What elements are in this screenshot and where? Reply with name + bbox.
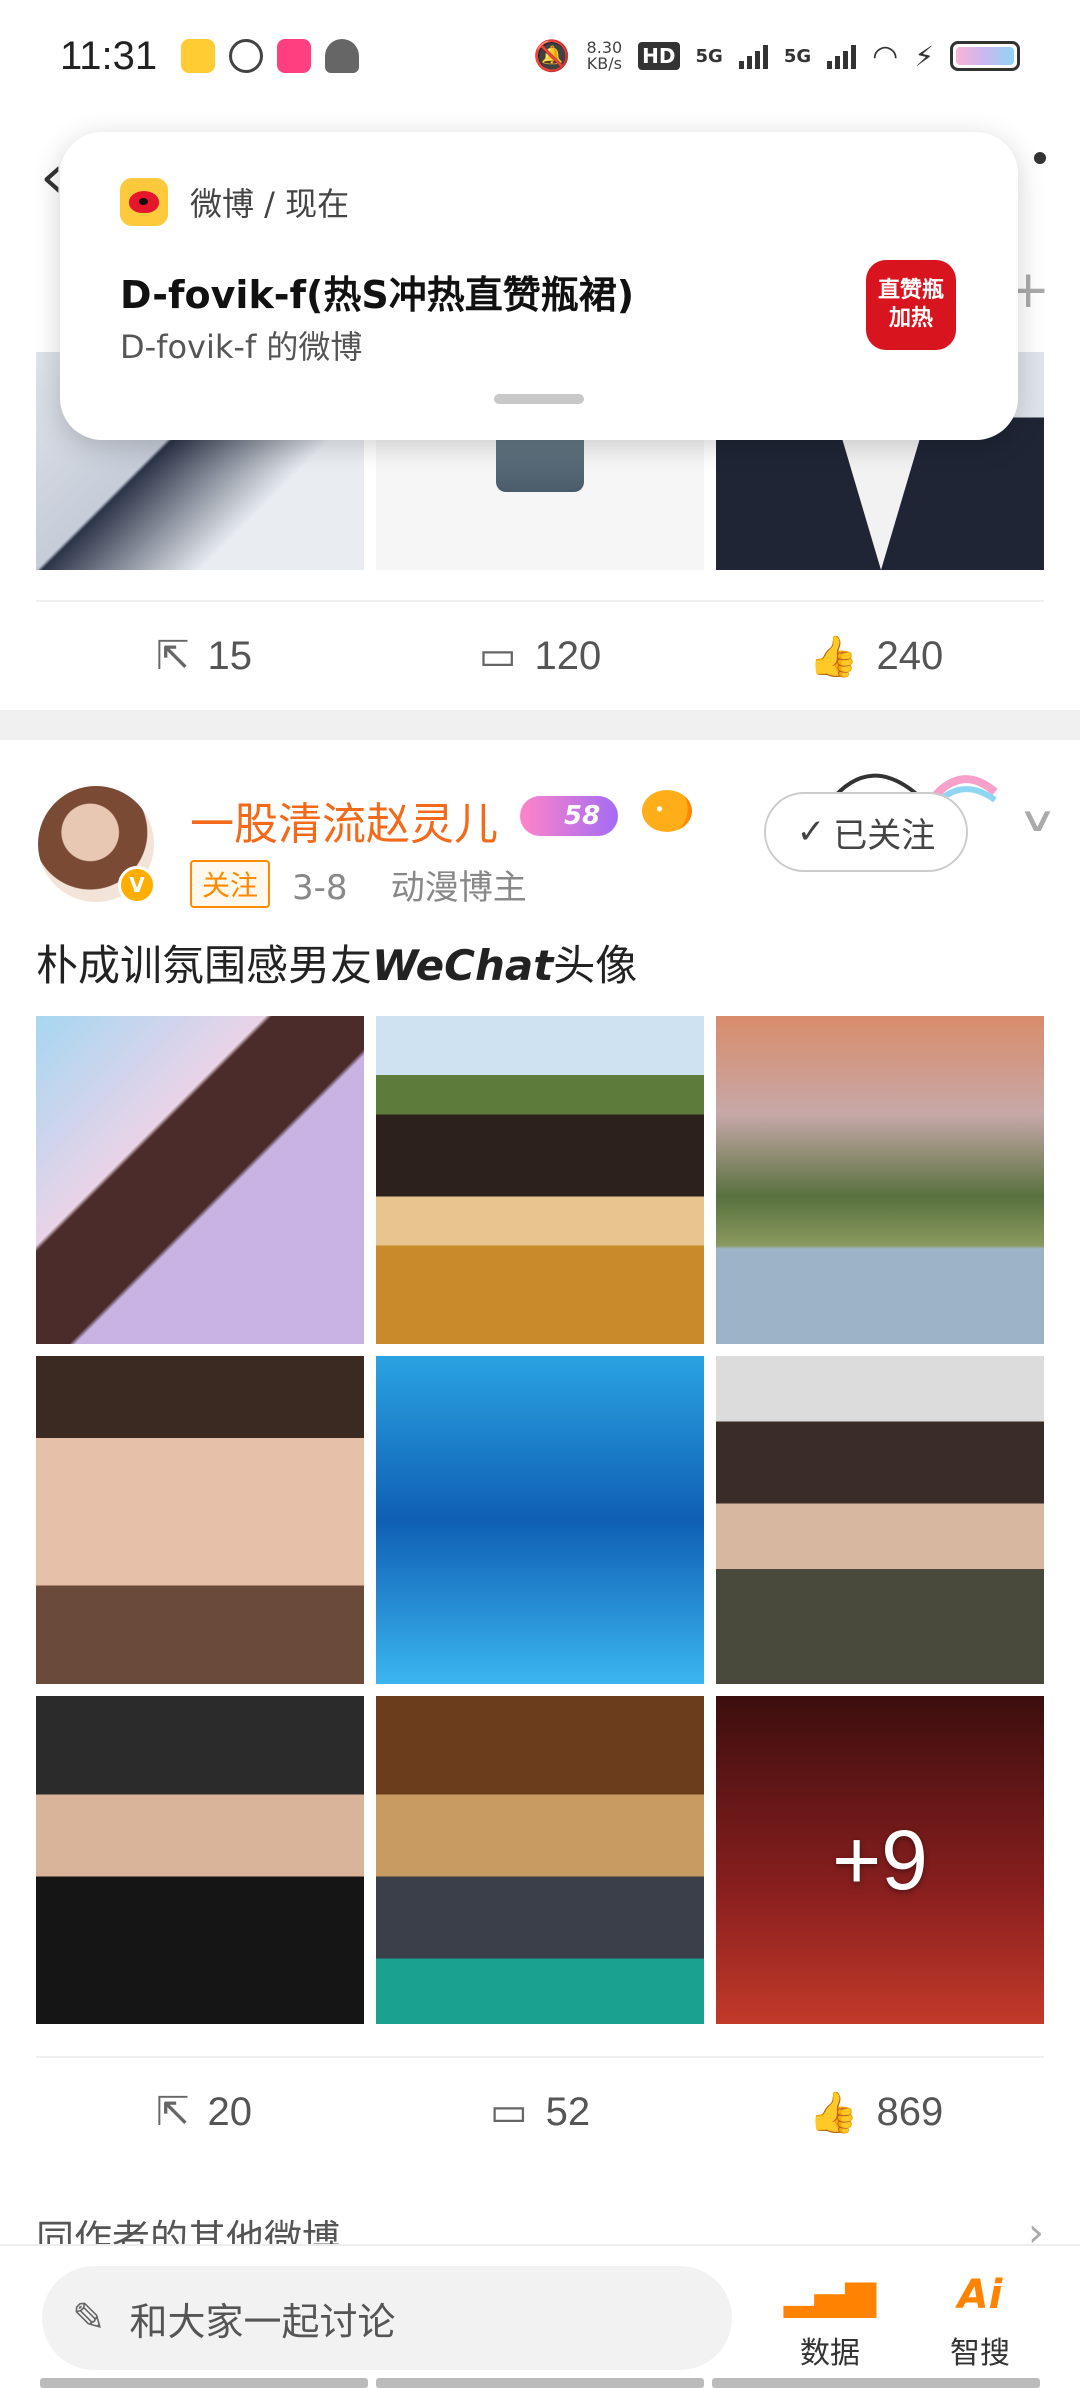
signal-bars-icon [738,43,768,69]
post-image-9[interactable]: +9 [716,1696,1044,2024]
signal-label-1: 5G [695,45,723,67]
post-date: 3-8 [292,868,348,908]
post-image-2[interactable] [376,1016,704,1344]
battery-icon [950,41,1020,71]
comment-icon: ▭ [478,634,517,678]
comment-count: 120 [534,633,602,678]
comment-input[interactable]: ✎ 和大家一起讨论 [42,2266,732,2370]
post-image-1[interactable] [36,1016,364,1344]
status-right: 🔕 8.30 KB/s HD 5G 5G ◠ ⚡ [533,39,1020,74]
comment-icon: ▭ [489,2090,528,2134]
thumbs-up-icon: 👍 [808,634,859,679]
bar-chart-icon: ▂▄▆ [783,2272,877,2318]
post-image-7[interactable] [36,1696,364,2024]
verified-badge-icon: V [118,866,156,904]
k-app-status-icon [229,39,264,73]
pen-icon: ✎ [72,2295,106,2341]
post-image-5[interactable] [376,1356,704,1684]
comment-button[interactable]: ▭ 120 [372,633,708,679]
signal-bars-icon-2 [827,43,857,69]
data-button[interactable]: ▂▄▆ 数据 [780,2272,880,2372]
comment-count: 52 [545,2089,591,2134]
post-text-suffix: 头像 [553,941,638,990]
level-badge: 58 [520,796,619,836]
post-text-bold: WeChat [372,941,554,990]
net-speed: 8.30 KB/s [587,40,623,72]
badge-line2: 加热 [888,306,933,331]
pink-app-status-icon [277,39,312,73]
notification-drag-handle[interactable] [494,394,584,404]
hd-icon: HD [638,42,680,70]
ai-search-button[interactable]: Ai 智搜 [930,2272,1030,2372]
repost-button[interactable]: ⇱ 20 [36,2089,372,2135]
more-options-icon[interactable] [1034,152,1046,164]
badge-line1: 直赞瓶 [877,278,944,303]
status-bar: 11:31 🔕 8.30 KB/s HD 5G 5G ◠ ⚡ [0,0,1080,112]
comment-placeholder: 和大家一起讨论 [129,2299,396,2344]
notification-banner[interactable]: 微博 / 现在 D-fovik-f(热S冲热直赞瓶裙) D-fovik-f 的微… [60,132,1018,440]
followed-label: 已关注 [833,815,936,856]
status-time: 11:31 [60,33,158,78]
post-meta: 3-8 动漫博主 [292,860,527,909]
notification-title: D-fovik-f(热S冲热直赞瓶裙) [120,273,635,317]
post-image-8[interactable] [376,1696,704,2024]
like-count: 869 [876,2089,944,2134]
thumbs-up-icon: 👍 [808,2090,859,2135]
like-button[interactable]: 👍 240 [708,633,1044,680]
post-image-4[interactable] [36,1356,364,1684]
post-text-prefix: 朴成训氛围感男友 [36,941,373,990]
prev-post-actions: ⇱ 15 ▭ 120 👍 240 [36,600,1044,710]
share-icon: ⇱ [155,2090,190,2134]
followed-button[interactable]: ✓ 已关注 [764,792,968,872]
repost-button[interactable]: ⇱ 15 [36,633,372,679]
net-speed-unit: KB/s [586,54,622,73]
post-text: 朴成训氛围感男友WeChat头像 [36,932,637,993]
post-image-3[interactable] [716,1016,1044,1344]
comment-button[interactable]: ▭ 52 [372,2089,708,2135]
post-image-6[interactable] [716,1356,1044,1684]
check-icon: ✓ [796,812,826,852]
level-value: 58 [564,801,601,831]
feed-separator [0,710,1080,740]
fish-badge-icon [642,790,692,832]
notification-source: 微博 / 现在 [190,185,350,223]
repost-count: 15 [207,633,253,678]
home-indicator [0,2378,1080,2388]
post-actions: ⇱ 20 ▭ 52 👍 869 [36,2056,1044,2166]
share-icon: ⇱ [155,634,190,678]
chevron-down-icon[interactable]: ∨ [1018,800,1058,840]
post-category: 动漫博主 [390,868,527,908]
like-count: 240 [876,633,944,678]
weibo-logo-icon [120,178,168,226]
storage-status-icon [325,39,360,73]
data-label: 数据 [800,2336,860,2371]
ai-search-label: 智搜 [950,2336,1010,2371]
notification-body: D-fovik-f 的微博 [120,328,363,366]
follow-tag: 关注 [190,860,271,908]
ai-icon: Ai [957,2272,1003,2318]
signal-label-2: 5G [783,45,812,67]
notification-badge: 直赞瓶 加热 [866,260,956,350]
mute-bell-icon: 🔕 [533,38,571,74]
post-image-grid: +9 [36,1016,1044,2024]
like-button[interactable]: 👍 869 [708,2089,1044,2136]
status-app-icons [181,39,360,73]
weibo-status-icon [181,39,216,73]
username[interactable]: 一股清流赵灵儿 [190,788,498,852]
bottom-bar: ✎ 和大家一起讨论 ▂▄▆ 数据 Ai 智搜 [0,2244,1080,2388]
charging-icon: ⚡ [914,39,934,73]
wifi-icon: ◠ [872,38,899,74]
repost-count: 20 [207,2089,253,2134]
notification-header: 微博 / 现在 [120,178,349,226]
more-images-count: +9 [832,1812,928,1907]
